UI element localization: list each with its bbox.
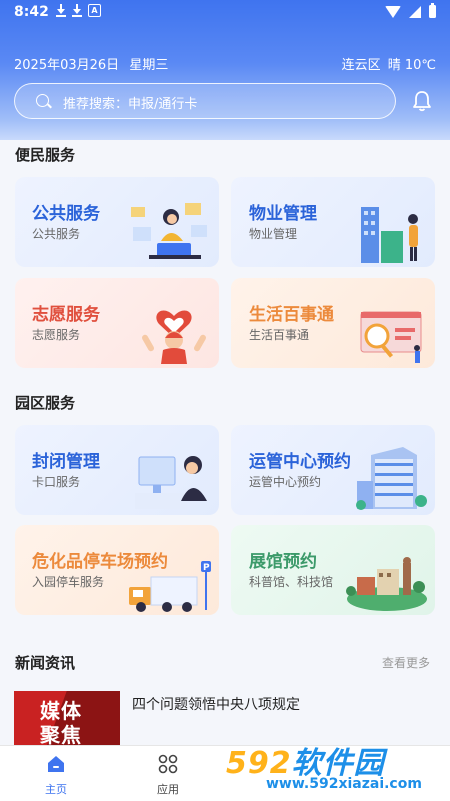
view-more-link[interactable]: 查看更多 [382, 654, 430, 671]
news-item-title[interactable]: 四个问题领悟中央八项规定 [132, 694, 300, 714]
building-illustration [361, 207, 418, 263]
desk-worker-illustration [135, 456, 207, 509]
card-title: 公共服务 [32, 204, 100, 224]
tab-home[interactable]: 主页 [26, 754, 86, 797]
notification-app-icon: A [88, 4, 101, 17]
date-text: 2025年03月26日 [14, 58, 120, 73]
card-title: 生活百事通 [249, 305, 334, 325]
card-title: 封闭管理 [32, 452, 100, 472]
section-title-convenience: 便民服务 [15, 146, 76, 164]
card-public-service[interactable]: 公共服务 公共服务 [15, 177, 219, 267]
card-operation-center-booking[interactable]: 运管中心预约 运管中心预约 [231, 425, 435, 515]
status-bar: 8:42 A [0, 0, 450, 26]
grid-icon [158, 754, 178, 774]
location-text: 连云区 [341, 58, 381, 73]
home-icon [48, 756, 64, 772]
card-subtitle: 科普馆、科技馆 [249, 575, 334, 589]
search-icon [36, 94, 49, 107]
section-title-park: 园区服务 [15, 394, 76, 412]
card-subtitle: 运管中心预约 [249, 475, 322, 489]
site-watermark: 592软件园 www.592xiazai.com [220, 730, 450, 800]
office-worker-illustration [131, 203, 207, 259]
card-subtitle: 志愿服务 [32, 328, 81, 342]
office-building-illustration [356, 447, 427, 510]
weather-info: 连云区 晴 10℃ [342, 54, 436, 73]
card-closed-management[interactable]: 封闭管理 卡口服务 [15, 425, 219, 515]
date-line: 2025年03月26日 星期三 [14, 54, 168, 73]
volunteer-heart-illustration [142, 310, 206, 364]
bell-icon[interactable] [412, 90, 432, 112]
card-subtitle: 入园停车服务 [32, 575, 105, 589]
battery-icon [429, 3, 436, 18]
signal-icon [409, 5, 421, 18]
card-title: 志愿服务 [32, 305, 100, 325]
thumbnail-text: 媒体聚焦 [40, 699, 82, 747]
magnifier-browser-illustration [360, 311, 422, 363]
wifi-icon [385, 5, 401, 18]
card-subtitle: 生活百事通 [249, 328, 310, 342]
search-placeholder: 推荐搜索：申报/通行卡 [63, 97, 198, 112]
card-title: 物业管理 [249, 204, 317, 224]
weather-text: 晴 10℃ [387, 58, 436, 73]
museum-island-illustration [346, 557, 427, 611]
card-subtitle: 物业管理 [249, 227, 298, 241]
card-title: 展馆预约 [249, 552, 317, 572]
card-volunteer-service[interactable]: 志愿服务 志愿服务 [15, 278, 219, 368]
tab-apps[interactable]: 应用 [138, 754, 198, 797]
card-hazmat-parking-booking[interactable]: 危化品停车场预约 入园停车服务 P [15, 525, 219, 615]
card-exhibition-booking[interactable]: 展馆预约 科普馆、科技馆 [231, 525, 435, 615]
card-subtitle: 公共服务 [32, 227, 81, 241]
card-property-management[interactable]: 物业管理 物业管理 [231, 177, 435, 267]
download-icon [72, 4, 82, 17]
svg-text:P: P [203, 563, 210, 573]
news-section-title: 新闻资讯 [15, 654, 76, 672]
card-title: 运管中心预约 [249, 452, 351, 472]
watermark-url: www.592xiazai.com [266, 776, 422, 792]
card-life-info[interactable]: 生活百事通 生活百事通 [231, 278, 435, 368]
download-icon [56, 4, 66, 17]
search-bar[interactable]: 推荐搜索：申报/通行卡 [14, 83, 396, 119]
tab-label: 主页 [45, 783, 67, 796]
news-thumbnail[interactable]: 媒体聚焦 [14, 691, 120, 751]
weekday-text: 星期三 [129, 58, 169, 73]
truck-parking-illustration: P [129, 561, 211, 612]
status-time: 8:42 [14, 4, 49, 20]
tab-label: 应用 [157, 783, 179, 796]
card-subtitle: 卡口服务 [32, 475, 81, 489]
